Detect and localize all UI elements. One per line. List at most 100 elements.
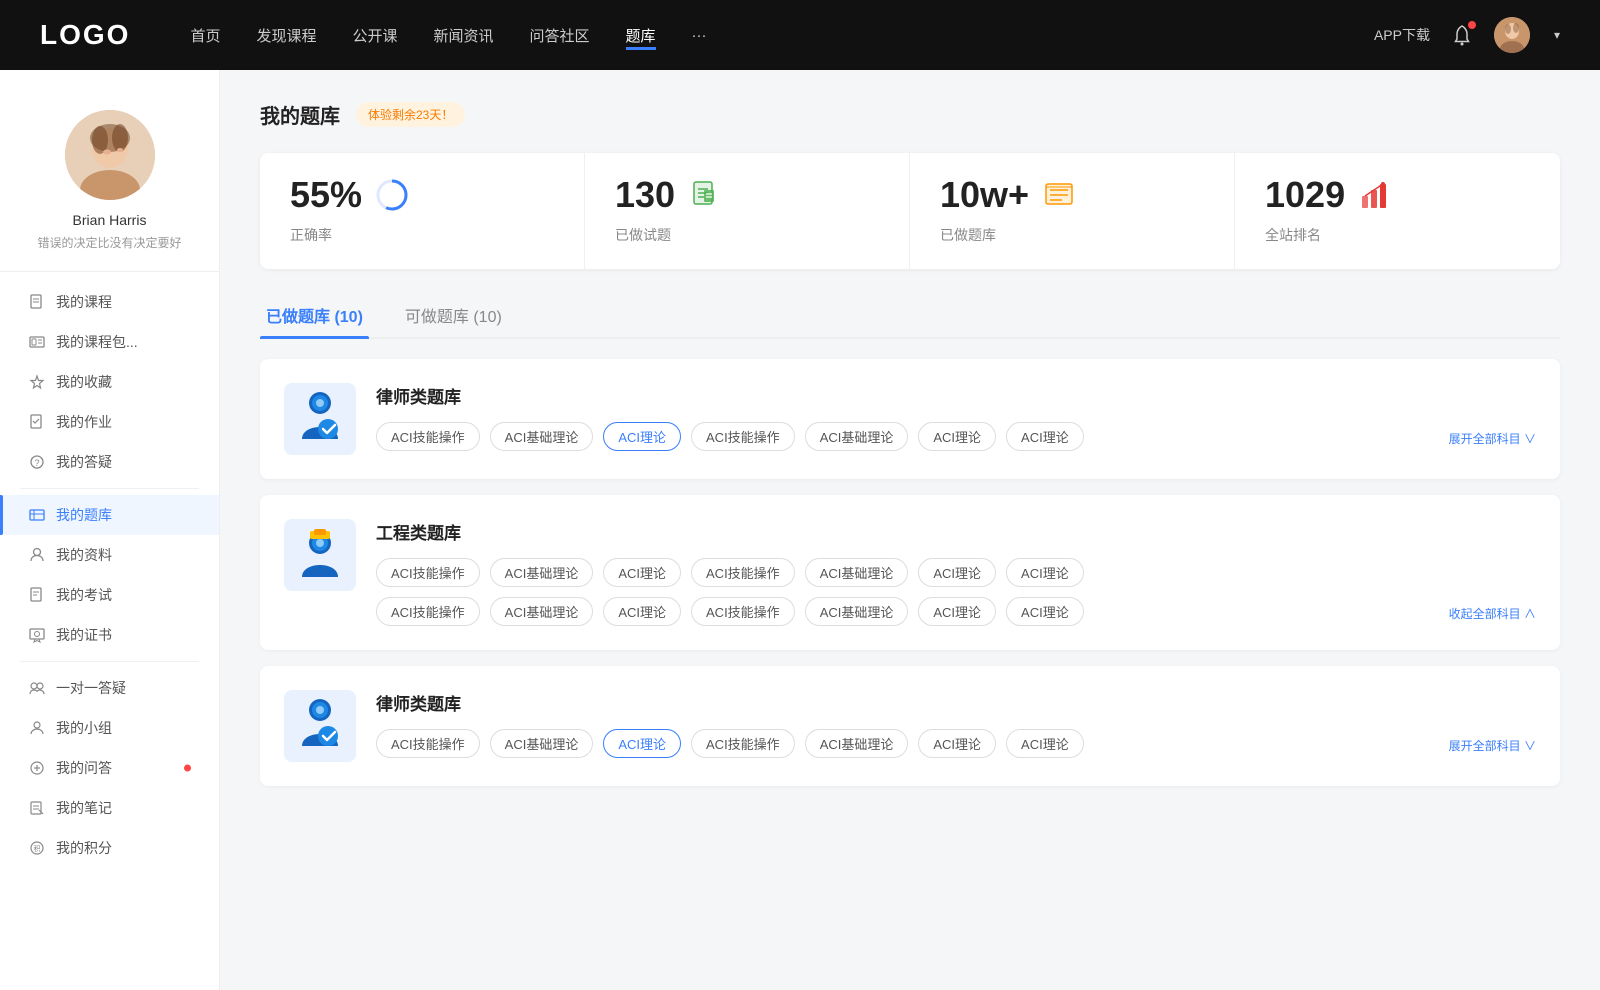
user-avatar[interactable]: [1494, 17, 1530, 53]
separator-2: [20, 661, 199, 662]
app-download-button[interactable]: APP下载: [1374, 25, 1430, 45]
qb-tag-0-4[interactable]: ACI基础理论: [805, 422, 909, 451]
bank-icon: [28, 506, 46, 524]
qb-tag-2-3[interactable]: ACI技能操作: [691, 729, 795, 758]
profile-avatar: [65, 110, 155, 200]
qb-tag-2-2[interactable]: ACI理论: [603, 729, 681, 758]
nav-open-course[interactable]: 公开课: [352, 21, 397, 50]
tab-available-banks[interactable]: 可做题库 (10): [399, 293, 508, 337]
sidebar-item-points-label: 我的积分: [56, 838, 112, 858]
qb-card-inner-engineer: 工程类题库 ACI技能操作 ACI基础理论 ACI理论 ACI技能操作 ACI基…: [284, 519, 1536, 626]
qb-card-inner-lawyer-2: 律师类题库 ACI技能操作 ACI基础理论 ACI理论 ACI技能操作 ACI基…: [284, 690, 1536, 762]
qb-tag-1-r2-3[interactable]: ACI技能操作: [691, 597, 795, 626]
profile-name: Brian Harris: [73, 212, 147, 228]
qb-tag-1-r2-2[interactable]: ACI理论: [603, 597, 681, 626]
qb-tag-2-4[interactable]: ACI基础理论: [805, 729, 909, 758]
sidebar-item-exam-label: 我的考试: [56, 585, 112, 605]
qb-tag-1-r2-4[interactable]: ACI基础理论: [805, 597, 909, 626]
course-icon: [28, 293, 46, 311]
qb-tag-2-5[interactable]: ACI理论: [918, 729, 996, 758]
stat-rank-top: 1029: [1265, 177, 1530, 213]
nav-bank[interactable]: 题库: [626, 21, 656, 50]
avatar-image: [1494, 17, 1530, 53]
sidebar-item-cert-label: 我的证书: [56, 625, 112, 645]
qb-tag-1-r2-1[interactable]: ACI基础理论: [490, 597, 594, 626]
qb-tag-1-3[interactable]: ACI技能操作: [691, 558, 795, 587]
sidebar-item-favorites[interactable]: 我的收藏: [0, 362, 219, 402]
list-icon: [1041, 177, 1077, 213]
cert-icon: [28, 626, 46, 644]
sidebar-item-profile-label: 我的资料: [56, 545, 112, 565]
stat-rank: 1029 全站排名: [1235, 153, 1560, 269]
sidebar-item-cert[interactable]: 我的证书: [0, 615, 219, 655]
sidebar-item-exam[interactable]: 我的考试: [0, 575, 219, 615]
nav-news[interactable]: 新闻资讯: [434, 21, 494, 50]
nav-discover[interactable]: 发现课程: [256, 21, 316, 50]
sidebar-item-group-label: 我的小组: [56, 718, 112, 738]
lawyer-icon-wrap-1: [284, 383, 356, 455]
sidebar-item-package[interactable]: 我的课程包...: [0, 322, 219, 362]
qb-card-lawyer-2: 律师类题库 ACI技能操作 ACI基础理论 ACI理论 ACI技能操作 ACI基…: [260, 666, 1560, 786]
sidebar-item-myqa[interactable]: ? 我的答疑: [0, 442, 219, 482]
qb-expand-1[interactable]: 收起全部科目 ∧: [1449, 601, 1536, 622]
svg-text:?: ?: [34, 458, 39, 468]
sidebar-item-bank-label: 我的题库: [56, 505, 112, 525]
sidebar-item-profile[interactable]: 我的资料: [0, 535, 219, 575]
qb-tag-1-6[interactable]: ACI理论: [1006, 558, 1084, 587]
tab-done-banks[interactable]: 已做题库 (10): [260, 293, 369, 337]
sidebar-item-tutor[interactable]: 一对一答疑: [0, 668, 219, 708]
notification-bell[interactable]: [1450, 23, 1474, 47]
sidebar-item-bank[interactable]: 我的题库: [0, 495, 219, 535]
page-title: 我的题库: [260, 100, 340, 129]
qb-tag-0-2[interactable]: ACI理论: [603, 422, 681, 451]
exam-icon: [28, 586, 46, 604]
qb-tag-1-2[interactable]: ACI理论: [603, 558, 681, 587]
sidebar-item-notes[interactable]: 我的笔记: [0, 788, 219, 828]
sidebar-item-answers-label: 我的问答: [56, 758, 112, 778]
points-icon: 积: [28, 839, 46, 857]
qb-tag-0-6[interactable]: ACI理论: [1006, 422, 1084, 451]
sidebar: Brian Harris 错误的决定比没有决定要好 我的课程 我的课程包... …: [0, 70, 220, 990]
qb-tag-1-r2-6[interactable]: ACI理论: [1006, 597, 1084, 626]
stat-banks-value: 10w+: [940, 177, 1029, 213]
qb-expand-0[interactable]: 展开全部科目 ∨: [1449, 426, 1536, 447]
stat-done-label: 已做试题: [615, 225, 879, 245]
qb-tag-1-r2-5[interactable]: ACI理论: [918, 597, 996, 626]
sidebar-item-answers[interactable]: 我的问答: [0, 748, 219, 788]
qb-tag-2-6[interactable]: ACI理论: [1006, 729, 1084, 758]
qb-expand-2[interactable]: 展开全部科目 ∨: [1449, 733, 1536, 754]
qb-tag-1-0[interactable]: ACI技能操作: [376, 558, 480, 587]
qb-tag-1-r2-0[interactable]: ACI技能操作: [376, 597, 480, 626]
logo[interactable]: LOGO: [40, 19, 130, 51]
answer-icon: [28, 759, 46, 777]
nav-home[interactable]: 首页: [190, 21, 220, 50]
qb-tag-1-1[interactable]: ACI基础理论: [490, 558, 594, 587]
user-menu-chevron[interactable]: ▾: [1554, 28, 1560, 42]
qb-tag-0-5[interactable]: ACI理论: [918, 422, 996, 451]
stat-rank-value: 1029: [1265, 177, 1345, 213]
sidebar-item-favorites-label: 我的收藏: [56, 372, 112, 392]
doc-icon: [687, 177, 723, 213]
answers-dot: [184, 765, 191, 772]
tutor-icon: [28, 679, 46, 697]
qb-tag-0-1[interactable]: ACI基础理论: [490, 422, 594, 451]
qb-tag-0-3[interactable]: ACI技能操作: [691, 422, 795, 451]
stat-banks-label: 已做题库: [940, 225, 1204, 245]
sidebar-item-package-label: 我的课程包...: [56, 332, 138, 352]
rank-icon: [1357, 177, 1393, 213]
sidebar-item-group[interactable]: 我的小组: [0, 708, 219, 748]
qb-tag-2-1[interactable]: ACI基础理论: [490, 729, 594, 758]
separator-1: [20, 488, 199, 489]
nav-more[interactable]: ···: [692, 23, 707, 48]
qb-tag-0-0[interactable]: ACI技能操作: [376, 422, 480, 451]
sidebar-item-points[interactable]: 积 我的积分: [0, 828, 219, 868]
stat-done-questions: 130 已做试题: [585, 153, 910, 269]
qb-tag-2-0[interactable]: ACI技能操作: [376, 729, 480, 758]
nav-qa[interactable]: 问答社区: [530, 21, 590, 50]
sidebar-item-homework[interactable]: 我的作业: [0, 402, 219, 442]
homework-icon: [28, 413, 46, 431]
qb-tag-1-4[interactable]: ACI基础理论: [805, 558, 909, 587]
sidebar-item-course[interactable]: 我的课程: [0, 282, 219, 322]
qb-tag-1-5[interactable]: ACI理论: [918, 558, 996, 587]
qb-content-engineer: 工程类题库 ACI技能操作 ACI基础理论 ACI理论 ACI技能操作 ACI基…: [376, 519, 1536, 626]
